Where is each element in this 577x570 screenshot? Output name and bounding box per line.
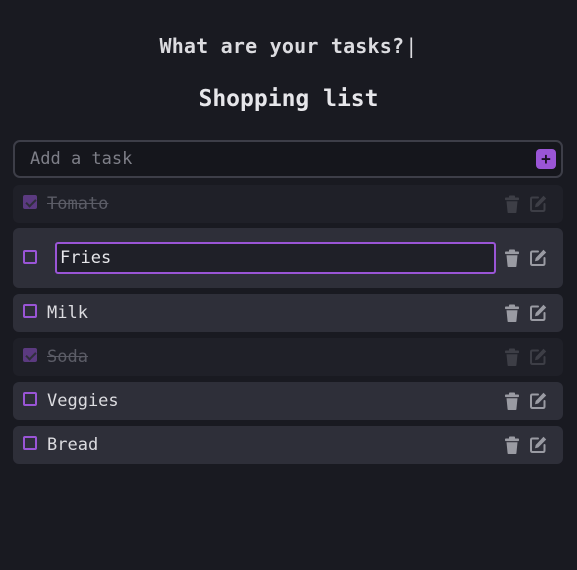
plus-icon: +: [541, 149, 551, 168]
trash-icon[interactable]: [502, 194, 522, 214]
task-checkbox[interactable]: [23, 392, 37, 406]
typed-heading-text: What are your tasks?: [159, 34, 405, 58]
task-checkbox[interactable]: [23, 250, 37, 264]
typed-heading: What are your tasks?|: [0, 34, 577, 58]
list-title: Shopping list: [198, 86, 379, 112]
edit-icon[interactable]: [528, 391, 548, 411]
task-label: Bread: [47, 435, 99, 455]
trash-icon[interactable]: [502, 248, 522, 268]
task-item: Soda: [13, 338, 563, 376]
task-label: Tomato: [47, 194, 109, 214]
task-checkbox[interactable]: [23, 436, 37, 450]
task-label: Soda: [47, 347, 88, 367]
trash-icon[interactable]: [502, 391, 522, 411]
trash-icon[interactable]: [502, 435, 522, 455]
edit-icon[interactable]: [528, 194, 548, 214]
add-task-input[interactable]: [15, 142, 530, 176]
task-item: Bread: [13, 426, 563, 464]
edit-icon[interactable]: [528, 303, 548, 323]
task-edit-input[interactable]: [55, 242, 496, 274]
task-checkbox[interactable]: [23, 348, 37, 362]
trash-icon[interactable]: [502, 303, 522, 323]
task-checkbox[interactable]: [23, 304, 37, 318]
task-item: Tomato: [13, 185, 563, 223]
task-item: [13, 228, 563, 288]
task-label: Milk: [47, 303, 88, 323]
edit-icon[interactable]: [528, 347, 548, 367]
add-task-bar: +: [13, 140, 563, 178]
edit-icon[interactable]: [528, 248, 548, 268]
task-item: Milk: [13, 294, 563, 332]
edit-icon[interactable]: [528, 435, 548, 455]
typing-caret: |: [405, 34, 418, 58]
trash-icon[interactable]: [502, 347, 522, 367]
task-checkbox[interactable]: [23, 195, 37, 209]
add-task-button[interactable]: +: [536, 149, 556, 169]
task-item: Veggies: [13, 382, 563, 420]
task-label: Veggies: [47, 391, 119, 411]
